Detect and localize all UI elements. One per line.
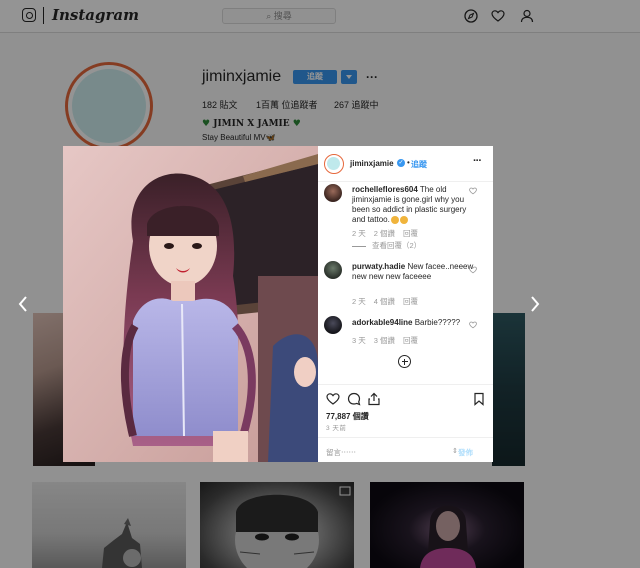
add-comment-input[interactable]: 留言⋯⋯ [326, 447, 356, 458]
post-comment-button[interactable]: 發佈 [458, 447, 473, 458]
comment-text: adorkable94line Barbie????? [352, 318, 476, 328]
comment-likes[interactable]: 2 個讚 [374, 229, 395, 238]
comment-likes[interactable]: 4 個讚 [374, 297, 395, 306]
comment-like-heart-icon[interactable] [469, 266, 477, 274]
sort-updown-icon: ⇕ [452, 448, 458, 455]
comment-time: 2 天 [352, 229, 366, 238]
commenter-username[interactable]: adorkable94line [352, 318, 412, 327]
post-actions: 77,887 個讚 3 天前 留言⋯⋯ ⇕ 發佈 [318, 384, 493, 462]
post-follow-button[interactable]: 追蹤 [411, 159, 427, 170]
post-author-avatar[interactable] [324, 154, 344, 174]
commenter-avatar[interactable] [324, 316, 342, 334]
likes-count[interactable]: 77,887 個讚 [326, 411, 369, 422]
bookmark-icon[interactable] [472, 392, 486, 406]
comment-text: purwaty.hadie New facee..neeew new new n… [352, 262, 476, 282]
like-heart-icon[interactable] [326, 392, 340, 406]
comment-meta: 3 天 3 個讚 回覆 [352, 335, 426, 346]
comment-bubble-icon[interactable] [347, 392, 361, 406]
commenter-avatar[interactable] [324, 261, 342, 279]
post-photo-image [63, 146, 318, 462]
post-more-button[interactable]: ··· [473, 155, 482, 167]
reply-button[interactable]: 回覆 [403, 229, 418, 238]
view-replies-button[interactable]: 查看回覆（2） [352, 240, 421, 251]
smile-emoji-icon [399, 215, 408, 224]
comment-meta: 2 天 4 個讚 回覆 [352, 296, 426, 307]
comment-time: 2 天 [352, 297, 366, 306]
previous-post-arrow-icon[interactable] [17, 294, 29, 314]
separator-dot: • [407, 158, 410, 167]
post-header: jiminxjamie ✓ • 追蹤 ··· [318, 146, 493, 182]
comment-like-heart-icon[interactable] [469, 321, 477, 329]
load-more-comments-plus-icon[interactable] [398, 355, 411, 368]
comment-text: rochelleflores604 The old jiminxjamie is… [352, 185, 476, 225]
add-comment-box: 留言⋯⋯ ⇕ 發佈 [318, 437, 493, 463]
comment-like-heart-icon[interactable] [469, 187, 477, 195]
post-detail-panel: jiminxjamie ✓ • 追蹤 ··· rochelleflores604… [318, 146, 493, 462]
share-icon[interactable] [367, 392, 381, 406]
comment-time: 3 天 [352, 336, 366, 345]
replies-line [352, 245, 366, 247]
comment-meta: 2 天 2 個讚 回覆 [352, 228, 426, 239]
reply-button[interactable]: 回覆 [403, 297, 418, 306]
post-author-username[interactable]: jiminxjamie [350, 159, 394, 168]
post-timestamp: 3 天前 [326, 425, 347, 432]
view-replies-label: 查看回覆（2） [372, 241, 422, 250]
verified-badge-icon: ✓ [397, 159, 405, 167]
comment-likes[interactable]: 3 個讚 [374, 336, 395, 345]
commenter-avatar[interactable] [324, 184, 342, 202]
next-post-arrow-icon[interactable] [529, 294, 541, 314]
post-photo[interactable] [63, 146, 318, 462]
comment-body: Barbie????? [414, 318, 461, 327]
commenter-username[interactable]: rochelleflores604 [352, 185, 418, 194]
commenter-username[interactable]: purwaty.hadie [352, 262, 405, 271]
reply-button[interactable]: 回覆 [403, 336, 418, 345]
smile-emoji-icon [390, 215, 399, 224]
